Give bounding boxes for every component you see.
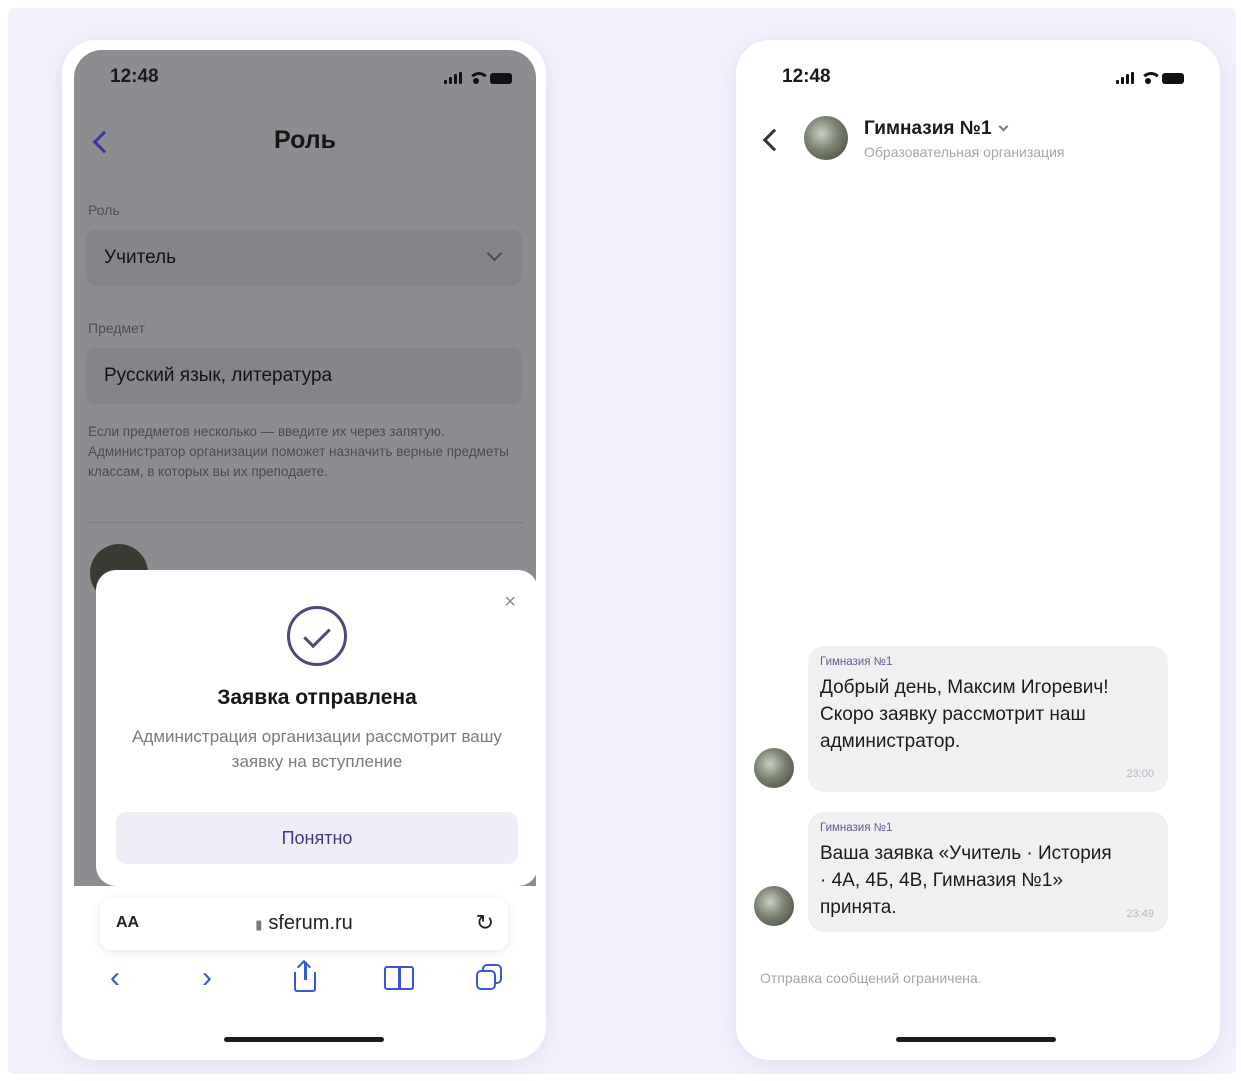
back-chevron-icon[interactable] xyxy=(762,128,786,152)
home-indicator xyxy=(896,1037,1056,1042)
url-text: ▮ sferum.ru xyxy=(100,912,508,935)
signal-icon xyxy=(1116,72,1134,84)
ok-button[interactable]: Понятно xyxy=(116,812,518,864)
message-time: 23:49 xyxy=(1126,908,1154,920)
lock-icon: ▮ xyxy=(255,917,263,932)
chat-avatar[interactable] xyxy=(804,116,848,160)
success-modal: × Заявка отправлена Администрация органи… xyxy=(96,570,536,886)
address-bar[interactable]: AA ▮ sferum.ru ↻ xyxy=(100,898,508,950)
status-icons xyxy=(444,72,512,84)
wifi-icon xyxy=(468,72,490,84)
message-text: Добрый день, Максим Игоревич! Скоро заяв… xyxy=(820,677,1109,752)
message-sender: Гимназия №1 xyxy=(820,822,893,834)
chevron-down-icon xyxy=(998,121,1008,132)
home-indicator xyxy=(224,1037,384,1042)
divider xyxy=(88,522,524,523)
signal-icon xyxy=(444,72,462,84)
subject-input[interactable]: Русский язык, литература xyxy=(86,348,522,404)
wifi-icon xyxy=(1140,72,1162,84)
modal-text: Администрация организации рассмотрит ваш… xyxy=(132,727,502,771)
subject-hint: Если предметов несколько — введите их че… xyxy=(88,424,509,479)
battery-icon xyxy=(490,72,512,84)
status-icons xyxy=(1116,72,1184,84)
message-text: Ваша заявка «Учитель · История · 4А, 4Б,… xyxy=(820,843,1112,918)
role-value: Учитель xyxy=(104,247,176,268)
tabs-icon[interactable] xyxy=(476,964,504,992)
subject-value: Русский язык, литература xyxy=(104,365,333,386)
close-icon[interactable]: × xyxy=(504,592,516,612)
check-circle-icon xyxy=(287,606,347,666)
message-time: 23:00 xyxy=(1126,768,1154,780)
message-bubble: Гимназия №1 Ваша заявка «Учитель · Истор… xyxy=(808,812,1168,932)
sender-avatar xyxy=(754,748,794,788)
battery-icon xyxy=(1162,72,1184,84)
restricted-note: Отправка сообщений ограничена. xyxy=(760,970,982,986)
sender-avatar xyxy=(754,886,794,926)
browser-toolbar: ‹ › xyxy=(62,958,546,1004)
chat-subtitle: Образовательная организация xyxy=(864,144,1065,160)
share-icon[interactable] xyxy=(292,959,318,994)
back-button[interactable]: ‹ xyxy=(110,958,120,998)
status-time: 12:48 xyxy=(782,66,831,87)
role-label: Роль xyxy=(88,202,120,218)
phone-left: 12:48 Роль Роль Учитель Предмет Русский … xyxy=(62,40,546,1060)
forward-button[interactable]: › xyxy=(202,958,212,998)
dropdown-chevron-icon xyxy=(486,245,503,262)
chat-name-text: Гимназия №1 xyxy=(864,118,992,139)
chat-name[interactable]: Гимназия №1 xyxy=(864,118,1008,140)
phone-right: 12:48 Гимназия №1 Образовательная органи… xyxy=(736,40,1220,1060)
bookmarks-icon[interactable] xyxy=(384,966,414,990)
reload-icon[interactable]: ↻ xyxy=(476,910,494,936)
page-title: Роль xyxy=(274,126,336,154)
modal-title: Заявка отправлена xyxy=(217,686,417,709)
role-select[interactable]: Учитель xyxy=(86,230,522,286)
status-time: 12:48 xyxy=(110,66,159,87)
dimmed-role-screen: 12:48 Роль Роль Учитель Предмет Русский … xyxy=(74,50,536,886)
url-value: sferum.ru xyxy=(268,912,353,934)
subject-label: Предмет xyxy=(88,320,145,336)
message-sender: Гимназия №1 xyxy=(820,656,893,668)
message-bubble: Гимназия №1 Добрый день, Максим Игоревич… xyxy=(808,646,1168,792)
